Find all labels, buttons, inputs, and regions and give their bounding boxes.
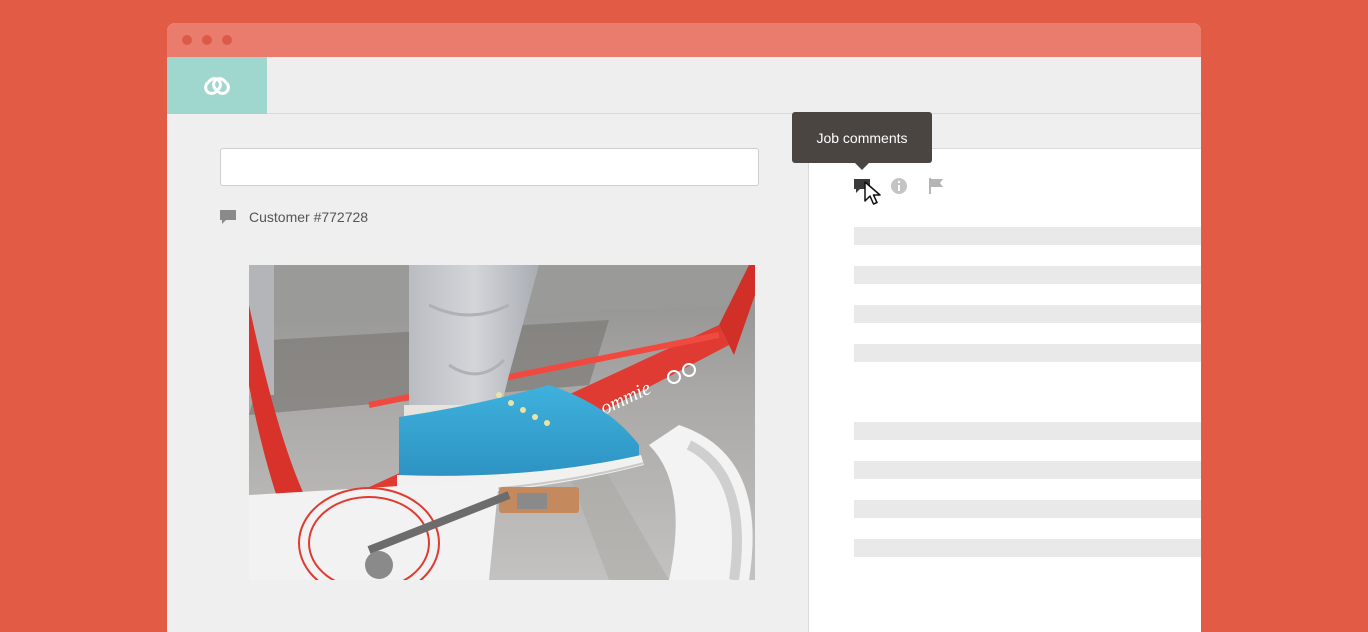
customer-label: Customer #772728 xyxy=(249,209,369,225)
placeholder-line xyxy=(854,305,1201,323)
placeholder-line xyxy=(854,266,1201,284)
window-titlebar xyxy=(167,23,1201,57)
logo-button[interactable] xyxy=(167,57,267,114)
comment-icon xyxy=(220,210,236,224)
mouse-cursor-icon xyxy=(864,181,881,205)
knot-logo-icon xyxy=(204,76,230,95)
info-icon[interactable] xyxy=(890,177,908,195)
close-dot[interactable] xyxy=(182,35,192,45)
job-photo[interactable]: ommie xyxy=(249,265,755,580)
placeholder-line xyxy=(854,422,1201,440)
job-comments-tooltip: Job comments xyxy=(792,112,932,170)
search-input[interactable] xyxy=(220,148,759,186)
placeholder-line xyxy=(854,344,1201,362)
minimize-dot[interactable] xyxy=(202,35,212,45)
placeholder-line xyxy=(854,500,1201,518)
maximize-dot[interactable] xyxy=(222,35,232,45)
placeholder-line xyxy=(854,461,1201,479)
job-detail-panel xyxy=(808,148,1201,632)
app-window: Customer #772728 ommie Job comments xyxy=(167,23,1201,632)
flag-icon[interactable] xyxy=(927,177,945,195)
placeholder-line xyxy=(854,539,1201,557)
top-bar xyxy=(167,57,1201,114)
customer-row: Customer #772728 xyxy=(219,208,368,226)
placeholder-line xyxy=(854,227,1201,245)
